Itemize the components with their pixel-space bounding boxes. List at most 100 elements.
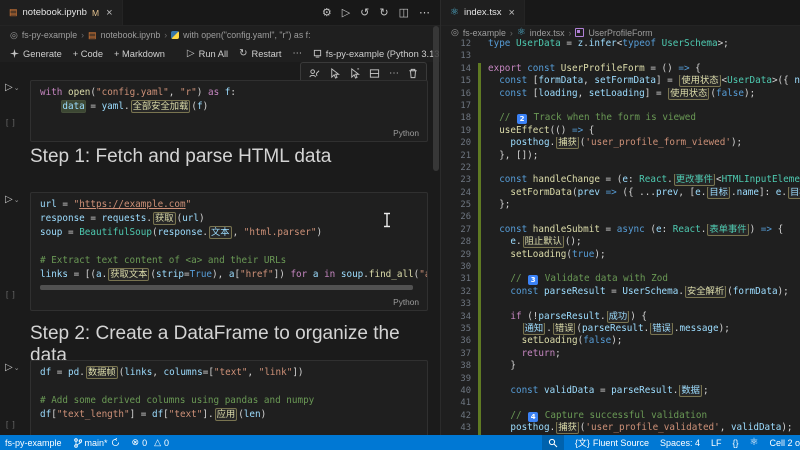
warning-icon: △ <box>154 437 162 447</box>
run-cell-button[interactable]: ▷ ⌄ <box>5 194 29 205</box>
code-line: 31 // 3 Validate data with Zod <box>441 273 800 286</box>
code-line: soup = BeautifulSoup(response. 文本, "html.… <box>40 226 323 239</box>
git-modified-gutter <box>478 310 481 323</box>
restart-icon[interactable]: ↺ <box>360 6 369 19</box>
code-line: 33 <box>441 298 800 311</box>
code-cell-2: url = "https://example.com" response = re… <box>30 192 428 311</box>
cell-language-label[interactable]: Python <box>393 297 419 307</box>
run-cell-button[interactable]: ▷ ⌄ <box>5 82 29 93</box>
breadcrumb-symbol[interactable]: with open("config.yaml", "r") as f: <box>183 30 310 40</box>
code-line: 29 setLoading(true); <box>441 248 800 262</box>
split-editor-icon[interactable]: ◫ <box>399 6 409 19</box>
code-line: 34 if (!parseResult. 成功) { <box>441 310 800 323</box>
code-line: 16 const [loading, setLoading] = 使用状态 (fa… <box>441 87 800 100</box>
add-code-button[interactable]: + Code <box>73 49 103 59</box>
toolbar-more-button[interactable]: ⋯ <box>292 48 301 59</box>
git-modified-gutter <box>478 137 481 150</box>
symbol-method-icon <box>575 28 585 37</box>
close-icon[interactable]: × <box>508 7 514 19</box>
code-line: 36 setLoading(false); <box>441 335 800 348</box>
python-icon <box>171 31 180 39</box>
execute-below-icon[interactable] <box>349 67 360 79</box>
generate-button[interactable]: Generate <box>10 49 62 59</box>
code-line: df["text_length"] = df["text"]. 应用 (len) <box>40 408 267 421</box>
generate-edit-icon[interactable] <box>309 68 320 79</box>
indentation-indicator[interactable]: Spaces: 4 <box>660 438 700 448</box>
workspace-indicator[interactable]: fs-py-example <box>5 438 62 448</box>
sparkle-icon <box>10 49 19 58</box>
problems-indicator[interactable]: ⊗ 0 △ 0 <box>132 437 170 448</box>
delete-cell-icon[interactable] <box>408 68 418 79</box>
code-line: 14 export const UserProfileForm = () => { <box>441 62 800 76</box>
horizontal-scrollbar[interactable] <box>40 285 413 290</box>
vertical-scrollbar[interactable] <box>433 26 439 171</box>
git-branch-indicator[interactable]: main* <box>73 438 120 448</box>
notebook-editor-pane: ▤ notebook.ipynb M × ⚙ ▷ ↺ ↻ ◫ ⋯ ◎ fs-py… <box>0 0 440 435</box>
execution-count: [ ] <box>6 290 16 299</box>
code-line: 25 }; <box>441 199 800 212</box>
git-modified-gutter <box>478 273 481 286</box>
run-all-button[interactable]: ▷ Run All <box>187 48 228 59</box>
settings-gear-icon[interactable]: ⚙ <box>322 6 332 19</box>
line-number: 28 <box>460 237 471 248</box>
tab-notebook[interactable]: ▤ notebook.ipynb M × <box>0 0 123 25</box>
breadcrumb-file[interactable]: index.tsx <box>530 28 565 38</box>
line-number: 34 <box>460 311 471 322</box>
cell-code-editor[interactable]: url = "https://example.com" response = re… <box>31 193 427 287</box>
chevron-icon: › <box>164 30 168 40</box>
code-line: 40 const validData = parseResult. 数据; <box>441 384 800 398</box>
code-line: 38 } <box>441 360 800 373</box>
restart-kernel-icon[interactable]: ↻ <box>379 6 388 19</box>
eol-indicator[interactable]: LF <box>711 438 722 448</box>
magnifier-icon <box>548 438 558 447</box>
status-bar: fs-py-example main* ⊗ 0 △ 0 {文} Fluent Sour… <box>0 435 800 450</box>
breadcrumb-root[interactable]: fs-example <box>463 28 506 38</box>
line-number: 14 <box>460 63 471 74</box>
code-line: 21 }, []); <box>441 149 800 162</box>
cell-code-editor[interactable]: with open("config.yaml", "r") as f: data… <box>31 81 427 119</box>
braces-indicator[interactable]: {} <box>733 438 739 448</box>
close-icon[interactable]: × <box>106 7 112 19</box>
git-modified-gutter <box>478 199 481 212</box>
tab-index-tsx[interactable]: ⚛ index.tsx × <box>441 0 525 25</box>
breadcrumb-symbol[interactable]: UserProfileForm <box>588 28 652 38</box>
code-line: 37 return; <box>441 347 800 361</box>
execute-above-icon[interactable] <box>329 67 340 79</box>
line-number: 27 <box>460 224 471 235</box>
breadcrumb-file[interactable]: notebook.ipynb <box>101 30 161 40</box>
more-actions-icon[interactable]: ⋯ <box>419 6 430 19</box>
line-number: 23 <box>460 175 471 186</box>
cell-language-label[interactable]: Python <box>393 128 419 138</box>
zoom-indicator[interactable] <box>541 435 564 450</box>
git-modified-gutter <box>478 360 481 373</box>
language-mode[interactable]: {文} Fluent Source <box>575 436 649 449</box>
status-right: {文} Fluent Source Spaces: 4 LF {} ⚛ Cell … <box>541 435 800 450</box>
restart-button[interactable]: ↻ Restart <box>239 48 281 59</box>
code-line: df = pd. 数据帧 (links, columns=["text", "lin… <box>40 366 304 379</box>
add-markdown-button[interactable]: + Markdown <box>114 49 165 59</box>
split-cell-icon[interactable] <box>369 68 380 79</box>
code-line: 27 const handleSubmit = async (e: React.… <box>441 223 800 237</box>
text-editor[interactable]: 12 type UserData = z.infer<typeof UserSch… <box>441 38 800 435</box>
error-icon: ⊗ <box>131 437 140 447</box>
kernel-picker[interactable]: fs-py-example (Python 3.13.4) <box>313 49 440 59</box>
code-line: 13 <box>441 50 800 62</box>
line-number: 38 <box>460 361 471 372</box>
line-number: 19 <box>460 125 471 136</box>
code-line: 30 <box>441 261 800 274</box>
cell-code-editor[interactable]: df = pd. 数据帧 (links, columns=["text", "lin… <box>31 361 427 427</box>
react-icon: ⚛ <box>450 7 459 18</box>
breadcrumb-root[interactable]: fs-py-example <box>22 30 77 40</box>
git-modified-gutter <box>478 384 481 398</box>
run-cell-button[interactable]: ▷ ⌄ <box>5 362 29 373</box>
breadcrumb: ◎ fs-py-example › ▤ notebook.ipynb › wit… <box>0 26 440 44</box>
cell-indicator[interactable]: Cell 2 o <box>769 438 800 448</box>
line-number: 22 <box>460 162 471 173</box>
run-all-icon[interactable]: ▷ <box>342 6 350 19</box>
line-number: 16 <box>460 88 471 99</box>
notebook-icon: ▤ <box>88 29 97 40</box>
cell-more-icon[interactable]: ⋯ <box>389 68 399 79</box>
git-modified-gutter <box>478 335 481 348</box>
